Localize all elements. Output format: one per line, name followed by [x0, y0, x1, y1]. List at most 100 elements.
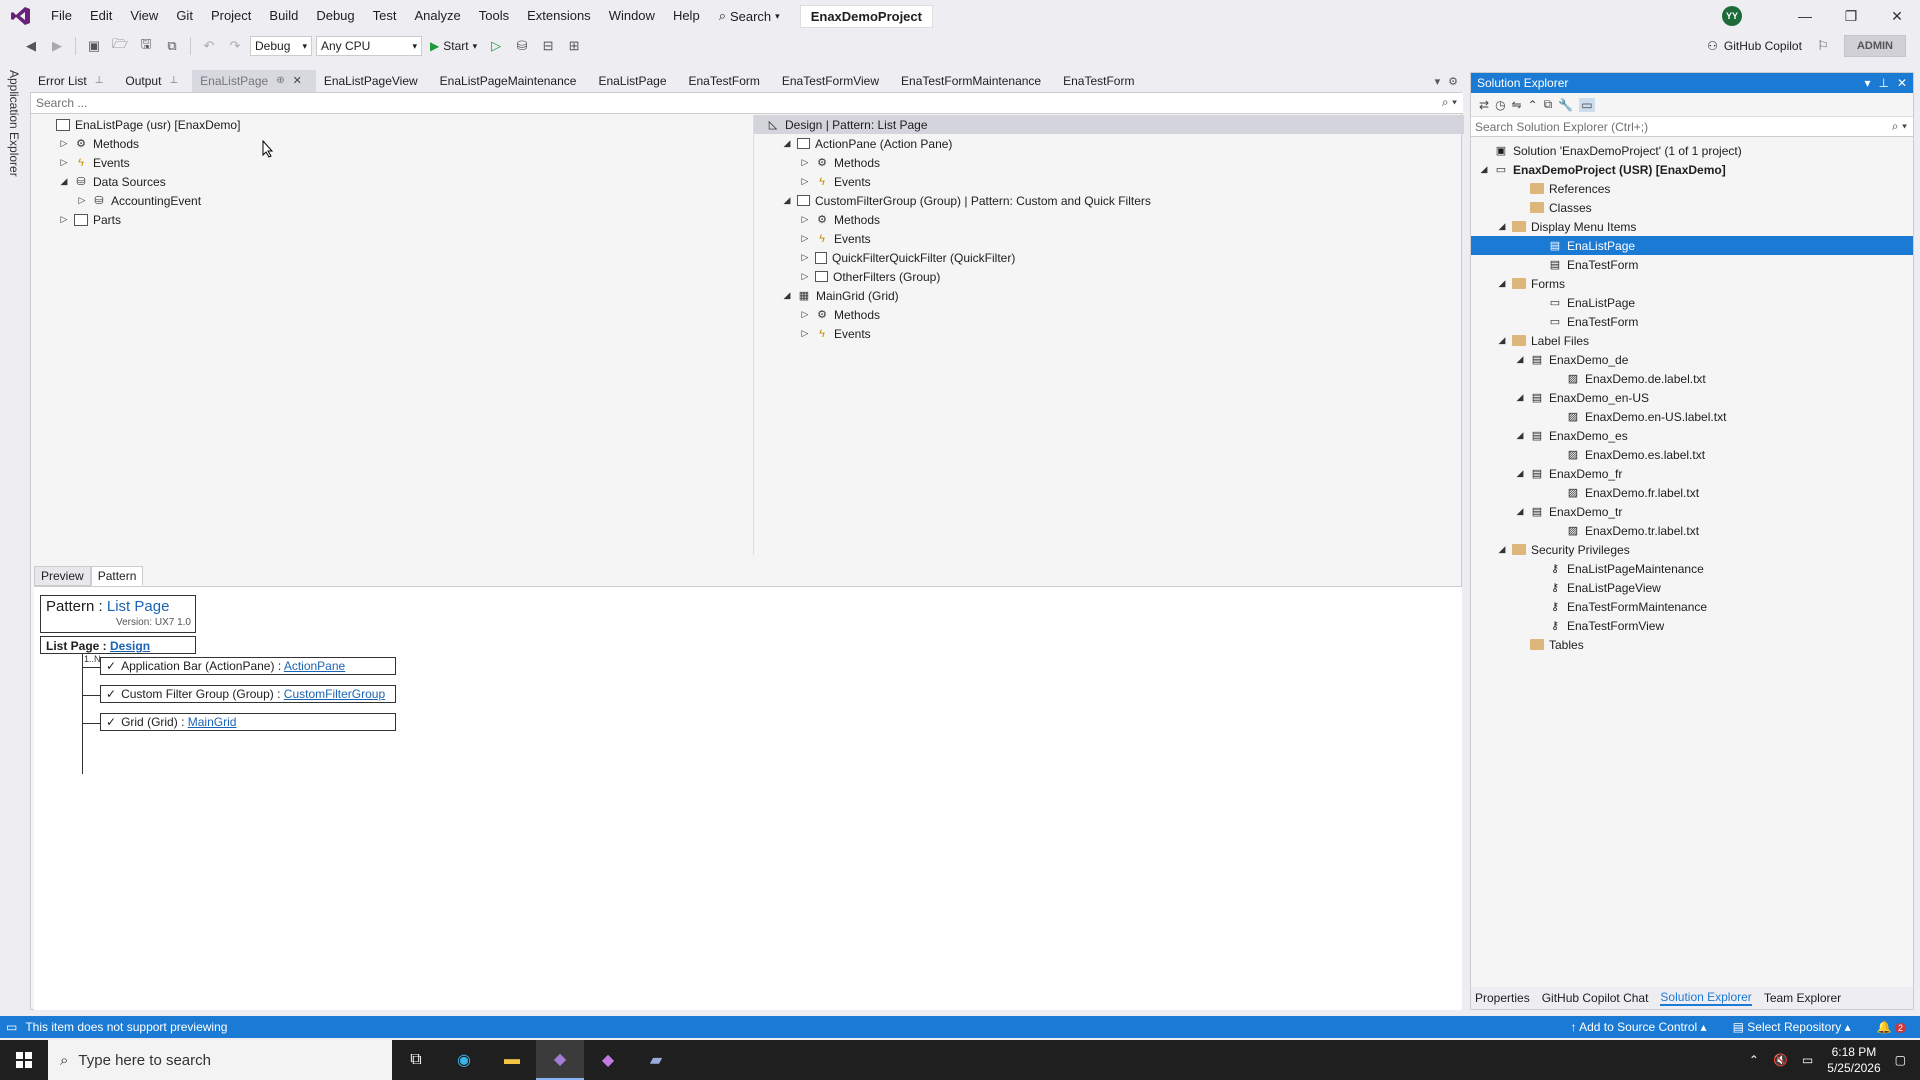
- pattern-child-link[interactable]: MainGrid: [188, 715, 237, 729]
- tree-node[interactable]: ◺ Design | Pattern: List Page: [754, 115, 1464, 134]
- doc-tab[interactable]: EnaListPage: [590, 70, 680, 92]
- restore-button[interactable]: ❐: [1828, 0, 1874, 32]
- pattern-child-link[interactable]: CustomFilterGroup: [284, 687, 385, 701]
- solution-tree-item[interactable]: ◢ ▤ EnaxDemo_fr: [1471, 464, 1913, 483]
- solution-tree-item[interactable]: ⚷ EnaListPageView: [1471, 578, 1913, 597]
- solution-search-input[interactable]: Search Solution Explorer (Ctrl+;) ⌕ ▾: [1471, 117, 1913, 137]
- avatar[interactable]: YY: [1722, 6, 1742, 26]
- tab-preview[interactable]: Preview: [34, 566, 91, 586]
- pin-icon[interactable]: ⊕: [276, 70, 284, 92]
- designer-search-input[interactable]: Search ... ⌕ ▾: [31, 93, 1463, 114]
- solution-tree-item[interactable]: ▭ EnaTestForm: [1471, 312, 1913, 331]
- github-copilot-button[interactable]: ⚇ GitHub Copilot: [1707, 39, 1802, 53]
- root-link[interactable]: Design: [110, 639, 150, 653]
- doc-tab[interactable]: EnaTestForm: [681, 70, 774, 92]
- solution-tree-item[interactable]: ◢ Display Menu Items: [1471, 217, 1913, 236]
- minimize-button[interactable]: —: [1782, 0, 1828, 32]
- menu-item-git[interactable]: Git: [167, 0, 202, 32]
- pattern-child-link[interactable]: ActionPane: [284, 659, 345, 673]
- menu-item-window[interactable]: Window: [600, 0, 664, 32]
- tree-node[interactable]: ◢ CustomFilterGroup (Group) | Pattern: Cu…: [782, 191, 1151, 210]
- save-all-icon[interactable]: ⧉: [161, 35, 183, 57]
- bottom-tab-github-copilot-chat[interactable]: GitHub Copilot Chat: [1542, 991, 1649, 1005]
- expand-icon[interactable]: ▷: [800, 233, 810, 244]
- expand-icon[interactable]: ▷: [800, 328, 810, 339]
- edge-icon[interactable]: ◉: [440, 1040, 488, 1080]
- bottom-tab-solution-explorer[interactable]: Solution Explorer: [1660, 990, 1752, 1006]
- notification-center-icon[interactable]: ▢: [1895, 1053, 1906, 1067]
- visual-studio-icon[interactable]: ◆: [536, 1040, 584, 1080]
- save-icon[interactable]: 🖫: [135, 35, 157, 57]
- solution-tree-item[interactable]: ◢ Security Privileges: [1471, 540, 1913, 559]
- collapse-icon[interactable]: ◢: [1515, 506, 1525, 517]
- collapse-icon[interactable]: ◢: [782, 290, 792, 301]
- visual-studio-preview-icon[interactable]: ◆: [584, 1040, 632, 1080]
- tree-node[interactable]: ▷ ϟ Events: [59, 153, 130, 172]
- tree-node[interactable]: ▷ ⚙ Methods: [800, 153, 881, 172]
- expand-icon[interactable]: ▷: [59, 214, 69, 225]
- collapse-icon[interactable]: ◢: [782, 195, 792, 206]
- back-icon[interactable]: ◀: [20, 35, 42, 57]
- collapse-icon[interactable]: ◢: [782, 138, 792, 149]
- menu-item-help[interactable]: Help: [664, 0, 709, 32]
- solution-tree-item[interactable]: ▨ EnaxDemo.tr.label.txt: [1471, 521, 1913, 540]
- tree-node[interactable]: ▷ Parts: [59, 210, 121, 229]
- expand-icon[interactable]: ▷: [59, 138, 69, 149]
- solution-tree-item[interactable]: ◢ Label Files: [1471, 331, 1913, 350]
- layout-icon[interactable]: ⊟: [537, 35, 559, 57]
- remote-desktop-icon[interactable]: ▰: [632, 1040, 680, 1080]
- collapse-icon[interactable]: ◢: [1515, 430, 1525, 441]
- solution-tree-item[interactable]: ⚷ EnaTestFormMaintenance: [1471, 597, 1913, 616]
- solution-tree-item[interactable]: ◢ Forms: [1471, 274, 1913, 293]
- menu-item-project[interactable]: Project: [202, 0, 260, 32]
- doc-tab[interactable]: EnaListPage ⊕ ✕: [192, 70, 316, 92]
- solution-tree-item[interactable]: ▨ EnaxDemo.en-US.label.txt: [1471, 407, 1913, 426]
- menu-item-view[interactable]: View: [121, 0, 167, 32]
- menu-item-analyze[interactable]: Analyze: [405, 0, 469, 32]
- tree-node[interactable]: ▷ ϟ Events: [800, 324, 871, 343]
- collapse-icon[interactable]: ◢: [1497, 335, 1507, 346]
- task-view-icon[interactable]: ⧉: [392, 1040, 440, 1080]
- doc-tab[interactable]: Output ⊥: [117, 70, 192, 92]
- tab-dropdown-icon[interactable]: ▾: [1435, 75, 1441, 88]
- expand-icon[interactable]: ▷: [800, 271, 810, 282]
- settings-icon[interactable]: ⚙: [1448, 75, 1458, 88]
- window-layout-icon[interactable]: ⊞: [563, 35, 585, 57]
- tree-node[interactable]: ▷ ⚙ Methods: [800, 305, 881, 324]
- forward-icon[interactable]: ▶: [46, 35, 68, 57]
- tree-node[interactable]: EnaListPage (usr) [EnaxDemo]: [41, 115, 240, 134]
- menu-item-build[interactable]: Build: [260, 0, 307, 32]
- new-project-icon[interactable]: ▣: [83, 35, 105, 57]
- tree-node[interactable]: ▷ QuickFilterQuickFilter (QuickFilter): [800, 248, 1016, 267]
- platform-select[interactable]: Any CPU ▾: [316, 36, 422, 56]
- solution-tree-item[interactable]: ◢ ▭ EnaxDemoProject (USR) [EnaxDemo]: [1471, 160, 1913, 179]
- tree-node[interactable]: ▷ ⛁ AccountingEvent: [77, 191, 202, 210]
- solution-tree-item[interactable]: ▨ EnaxDemo.fr.label.txt: [1471, 483, 1913, 502]
- solution-tree-item[interactable]: References: [1471, 179, 1913, 198]
- solution-tree-item[interactable]: ◢ ▤ EnaxDemo_en-US: [1471, 388, 1913, 407]
- chevron-up-icon[interactable]: ⌃: [1749, 1053, 1759, 1067]
- solution-tree-item[interactable]: ▤ EnaListPage: [1471, 236, 1913, 255]
- expand-icon[interactable]: ▷: [800, 309, 810, 320]
- preview-icon[interactable]: ▭: [1579, 97, 1595, 112]
- undo-icon[interactable]: ↶: [198, 35, 220, 57]
- solution-tree-item[interactable]: ▤ EnaTestForm: [1471, 255, 1913, 274]
- tree-node[interactable]: ▷ ⚙ Methods: [59, 134, 140, 153]
- start-without-debugging-icon[interactable]: ▷: [485, 35, 507, 57]
- doc-tab[interactable]: Error List ⊥: [30, 70, 117, 92]
- menu-item-edit[interactable]: Edit: [81, 0, 121, 32]
- menu-item-tools[interactable]: Tools: [470, 0, 518, 32]
- volume-muted-icon[interactable]: 🔇: [1773, 1053, 1788, 1067]
- solution-tree-item[interactable]: ▭ EnaListPage: [1471, 293, 1913, 312]
- menu-item-debug[interactable]: Debug: [307, 0, 363, 32]
- windows-start-button[interactable]: [0, 1040, 48, 1080]
- search-menu[interactable]: ⌕ Search ▾: [709, 8, 790, 24]
- tree-node[interactable]: ◢ ActionPane (Action Pane): [782, 134, 953, 153]
- doc-tab[interactable]: EnaTestForm: [1055, 70, 1148, 92]
- tree-node[interactable]: ▷ ϟ Events: [800, 172, 871, 191]
- menu-item-file[interactable]: File: [42, 0, 81, 32]
- configuration-select[interactable]: Debug ▾: [250, 36, 312, 56]
- doc-tab[interactable]: EnaTestFormMaintenance: [893, 70, 1055, 92]
- doc-tab[interactable]: EnaListPageMaintenance: [432, 70, 591, 92]
- dropdown-icon[interactable]: ▾: [1864, 76, 1870, 90]
